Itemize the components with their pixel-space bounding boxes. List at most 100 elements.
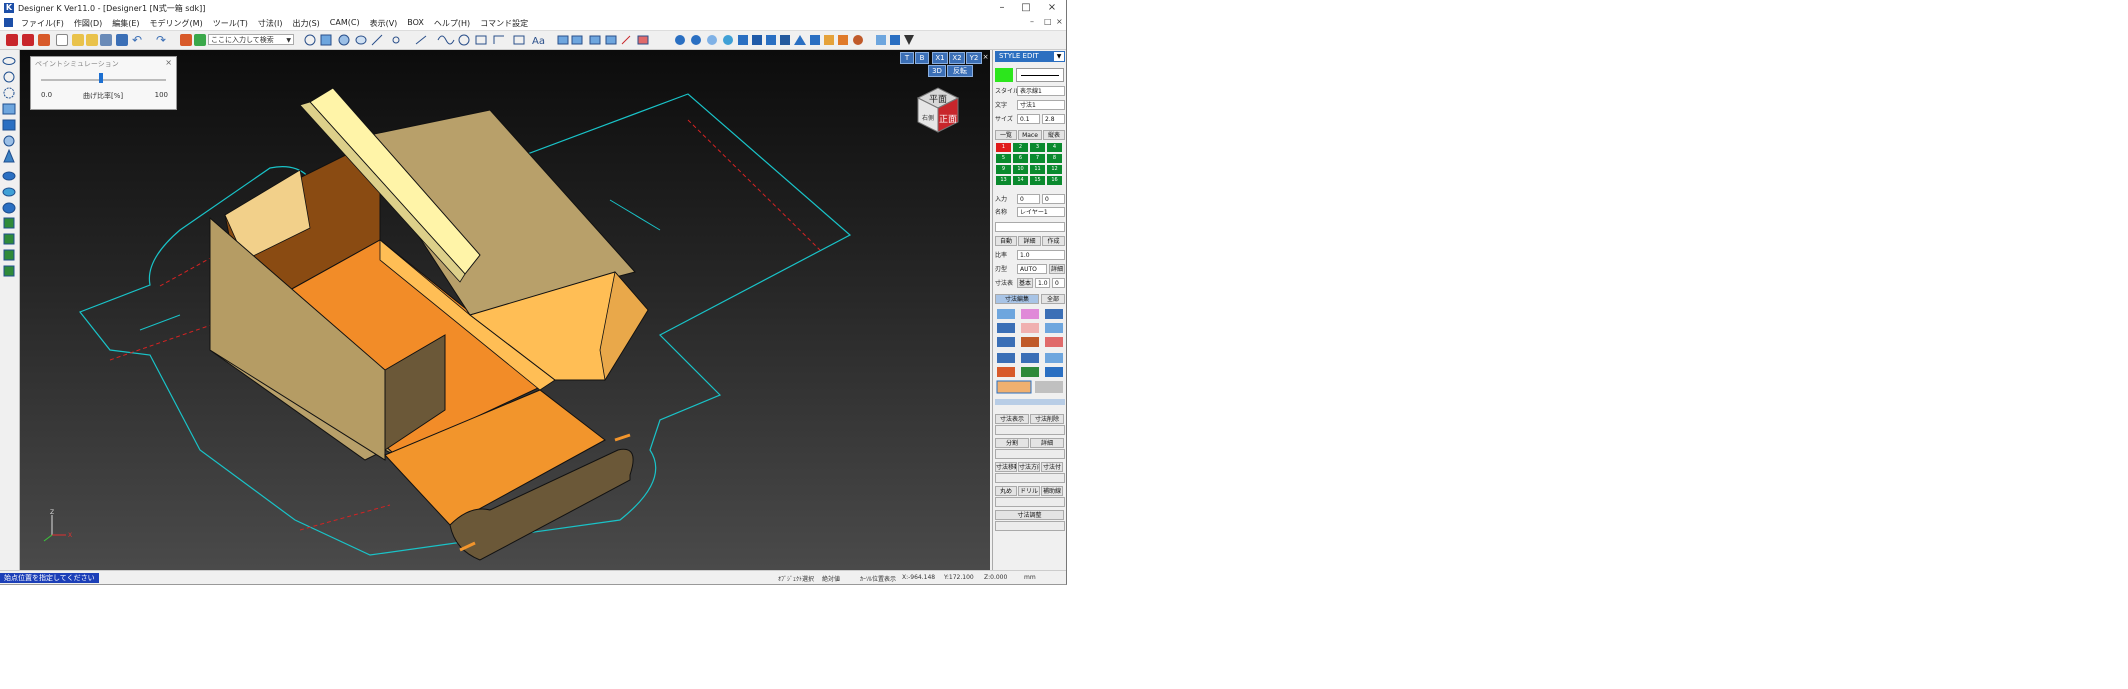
panel-section-button[interactable]: 分割 <box>995 438 1029 448</box>
line-color-swatch[interactable] <box>995 68 1013 82</box>
view-top-button[interactable]: T <box>900 52 914 64</box>
layer-color-cell[interactable]: 2 <box>1013 143 1028 152</box>
input-select-2[interactable]: 0 <box>1042 194 1065 204</box>
close-icon[interactable]: × <box>165 58 172 67</box>
menu-box[interactable]: BOX <box>402 17 429 30</box>
layer-color-cell[interactable]: 9 <box>996 165 1011 174</box>
view-3d-button[interactable]: 3D <box>928 65 946 77</box>
menu-output[interactable]: 出力(S) <box>287 17 324 30</box>
edit-tool-icons[interactable] <box>995 307 1065 417</box>
layer-color-cell[interactable]: 1 <box>996 143 1011 152</box>
view-x1-button[interactable]: X1 <box>932 52 948 64</box>
panel-section-button[interactable]: 寸法削除 <box>1030 414 1064 424</box>
layer-color-cell[interactable]: 3 <box>1030 143 1045 152</box>
status-absolute[interactable]: 絶対値 <box>822 574 840 583</box>
menu-command-settings[interactable]: コマンド設定 <box>475 17 533 30</box>
auto-button[interactable]: 自動 <box>995 236 1017 246</box>
dim-scale-input[interactable]: 1.0 <box>1035 278 1050 288</box>
box-model-scene[interactable] <box>20 50 990 570</box>
layer-color-cell[interactable]: 11 <box>1030 165 1045 174</box>
panel-section-button[interactable]: 寸法調整 <box>995 510 1064 520</box>
menu-modeling[interactable]: モデリング(M) <box>145 17 208 30</box>
cutter-detail-button[interactable]: 詳細 <box>1049 264 1065 274</box>
grid-icon[interactable] <box>194 34 206 46</box>
close-button[interactable]: × <box>1040 1 1064 15</box>
simulation-slider-thumb[interactable] <box>99 73 103 83</box>
layer-color-cell[interactable]: 8 <box>1047 154 1062 163</box>
panel-section-button[interactable]: 寸法付 <box>1041 462 1063 472</box>
layer-color-cell[interactable]: 12 <box>1047 165 1062 174</box>
menu-cam[interactable]: CAM(C) <box>325 17 365 30</box>
view-reverse-button[interactable]: 反転 <box>947 65 973 77</box>
tool-icons-strip[interactable]: Aa <box>300 33 1040 48</box>
layer-color-cell[interactable]: 6 <box>1013 154 1028 163</box>
menu-edit[interactable]: 編集(E) <box>107 17 144 30</box>
panel-section-button[interactable]: 補助線 <box>1041 486 1063 496</box>
open-icon[interactable] <box>72 34 84 46</box>
layer-name-select[interactable]: レイヤー1 <box>1017 207 1065 217</box>
ratio-select[interactable]: 1.0 <box>1017 250 1065 260</box>
size-select-2[interactable]: 2.8 <box>1042 114 1065 124</box>
menu-draw[interactable]: 作図(D) <box>69 17 107 30</box>
mdi-close-button[interactable]: × <box>1056 17 1063 26</box>
view-bottom-button[interactable]: B <box>915 52 929 64</box>
blank-select[interactable] <box>995 222 1065 232</box>
3d-viewport[interactable]: ペイントシミュレーション × 0.0 曲げ比率[%] 100 T B X1 X2… <box>20 50 990 570</box>
layer-color-cell[interactable]: 16 <box>1047 176 1062 185</box>
menu-file[interactable]: ファイル(F) <box>16 17 69 30</box>
layer-color-cell[interactable]: 15 <box>1030 176 1045 185</box>
brush-icon[interactable] <box>22 34 34 46</box>
maximize-button[interactable]: □ <box>1014 1 1038 15</box>
status-cursor-display[interactable]: ｶｰｿﾙ位置表示 <box>860 574 896 583</box>
tab-mace[interactable]: Mace <box>1018 130 1042 140</box>
tab-all[interactable]: 全部 <box>1041 294 1065 304</box>
view-x2-button[interactable]: X2 <box>949 52 965 64</box>
left-tool-icons[interactable] <box>0 50 19 290</box>
mdi-minimize-button[interactable]: – <box>1030 17 1034 26</box>
menu-tools[interactable]: ツール(T) <box>208 17 253 30</box>
tab-list[interactable]: 一覧 <box>995 130 1017 140</box>
size-select[interactable]: 0.1 <box>1017 114 1040 124</box>
line-style-preview[interactable] <box>1016 68 1064 82</box>
detail-button[interactable]: 詳細 <box>1018 236 1041 246</box>
layer-color-cell[interactable]: 10 <box>1013 165 1028 174</box>
layer-color-cell[interactable]: 7 <box>1030 154 1045 163</box>
dim-offset-input[interactable]: 0 <box>1052 278 1065 288</box>
minimize-button[interactable]: – <box>990 1 1014 15</box>
style-select[interactable]: 表示線1 <box>1017 86 1065 96</box>
mdi-restore-button[interactable]: □ <box>1044 17 1052 26</box>
menu-dimension[interactable]: 寸法(I) <box>253 17 288 30</box>
simulation-slider-track[interactable] <box>41 79 166 81</box>
layer-color-cell[interactable]: 5 <box>996 154 1011 163</box>
view-close-button[interactable]: × <box>982 52 989 62</box>
create-button[interactable]: 作成 <box>1042 236 1065 246</box>
cutter-select[interactable]: AUTO <box>1017 264 1047 274</box>
panel-section-button[interactable]: 寸法移動 <box>995 462 1017 472</box>
tab-dimension-edit[interactable]: 寸法編集 <box>995 294 1039 304</box>
command-search-input[interactable]: ここに入力して検索 ▼ <box>208 34 294 45</box>
view-y2-button[interactable]: Y2 <box>966 52 982 64</box>
print-icon[interactable] <box>100 34 112 46</box>
layer-color-cell[interactable]: 13 <box>996 176 1011 185</box>
menu-view[interactable]: 表示(V) <box>365 17 403 30</box>
new-file-icon[interactable] <box>56 34 68 46</box>
pen-icon[interactable] <box>38 34 50 46</box>
status-object-select[interactable]: ｵﾌﾞｼﾞｪｸﾄ選択 <box>778 574 814 583</box>
text-style-select[interactable]: 寸法1 <box>1017 100 1065 110</box>
layer-color-cell[interactable]: 14 <box>1013 176 1028 185</box>
dim-basic-button[interactable]: 基本 <box>1017 278 1033 288</box>
panel-section-button[interactable]: 詳細 <box>1030 438 1064 448</box>
save-icon[interactable] <box>6 34 18 46</box>
layer-color-cell[interactable]: 4 <box>1047 143 1062 152</box>
panel-section-button[interactable]: 寸法方向 <box>1018 462 1040 472</box>
view-cube[interactable]: 平面 正面 右側 <box>908 80 968 140</box>
layers-icon[interactable] <box>180 34 192 46</box>
undo-icon[interactable]: ↶ <box>132 34 144 46</box>
save-disk-icon[interactable] <box>116 34 128 46</box>
menu-help[interactable]: ヘルプ(H) <box>429 17 475 30</box>
tab-vertical[interactable]: 縦表 <box>1043 130 1065 140</box>
chevron-down-icon[interactable]: ▼ <box>1054 52 1064 61</box>
redo-icon[interactable]: ↷ <box>156 34 168 46</box>
input-select[interactable]: 0 <box>1017 194 1040 204</box>
panel-section-button[interactable]: 丸め <box>995 486 1017 496</box>
